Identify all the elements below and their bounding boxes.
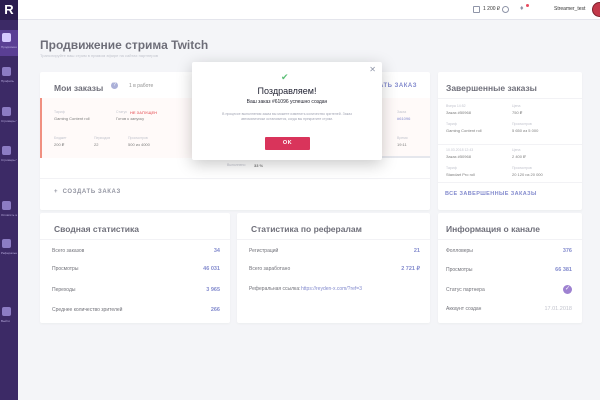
ok-button[interactable]: OK (265, 137, 310, 150)
sidebar-item-label: Выйти (1, 319, 10, 323)
dashboard-icon (2, 33, 11, 42)
thumbs-up-icon: ✔ (281, 72, 289, 82)
success-modal: ✕ ✔ Поздравляем! Ваш заказ #61096 успешн… (192, 62, 382, 160)
wallet-icon (473, 6, 480, 13)
sidebar-item-label: Стримеры Twitch (1, 119, 17, 123)
sidebar-item-payment[interactable]: Оплатить заказ (0, 198, 18, 224)
sidebar-item-youtube[interactable]: Стримеры YouTube (0, 143, 18, 169)
balance[interactable]: 1 200 ₽ (483, 6, 500, 12)
avatar[interactable] (592, 2, 600, 17)
sidebar-item-logout[interactable]: Выйти (0, 304, 18, 330)
sidebar-item-label: Реферальная программа (1, 251, 17, 255)
referral-icon (2, 239, 11, 248)
twitch-icon (2, 107, 11, 116)
sidebar-item-twitch[interactable]: Стримеры Twitch (0, 104, 18, 130)
username[interactable]: Streamer_test (554, 6, 585, 12)
sidebar-item-promotion[interactable]: Продвижение стрима (0, 30, 18, 56)
bell-icon[interactable]: ♦ (520, 5, 524, 12)
topbar: 1 200 ₽ ♦ Streamer_test (18, 0, 600, 20)
modal-note: В процессе выполнения заказ вы можете из… (222, 112, 352, 121)
payment-icon (2, 201, 11, 210)
sidebar-item-referral[interactable]: Реферальная программа (0, 236, 18, 262)
close-icon[interactable]: ✕ (369, 65, 376, 74)
sidebar-item-label: Стримеры YouTube (1, 158, 17, 162)
sidebar-item-label: Профиль (1, 79, 14, 83)
sidebar: R Продвижение стрима Профиль Стримеры Tw… (0, 0, 18, 400)
sidebar-item-label: Оплатить заказ (1, 213, 17, 217)
notification-dot (526, 4, 529, 7)
youtube-icon (2, 146, 11, 155)
modal-title: Поздравляем! (257, 86, 317, 96)
sidebar-item-profile[interactable]: Профиль (0, 64, 18, 90)
modal-message: Ваш заказ #61096 успешно создан (246, 99, 328, 105)
logo[interactable]: R (0, 0, 18, 20)
settings-icon[interactable] (502, 6, 509, 13)
sidebar-item-label: Продвижение стрима (1, 45, 17, 49)
logout-icon (2, 307, 11, 316)
user-icon (2, 67, 11, 76)
